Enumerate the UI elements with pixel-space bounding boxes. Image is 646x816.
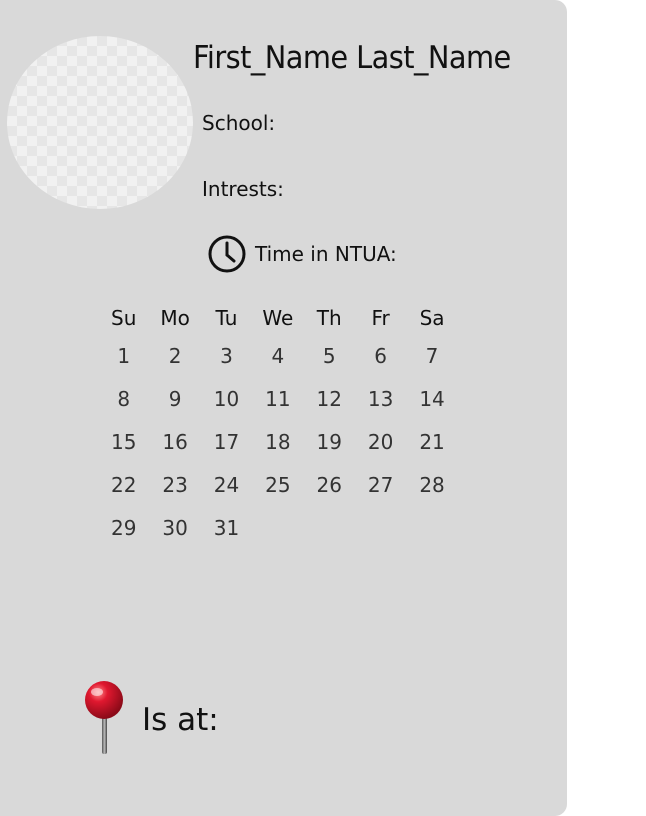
calendar-day[interactable]: 11 (252, 387, 303, 411)
calendar-day[interactable]: 1 (98, 344, 149, 368)
calendar-day[interactable]: 19 (304, 430, 355, 454)
interests-label: Intrests: (202, 177, 284, 201)
calendar-day[interactable]: 28 (406, 473, 457, 497)
calendar-day[interactable]: 3 (201, 344, 252, 368)
calendar-week: 22 23 24 25 26 27 28 (98, 463, 458, 506)
location-label: Is at: (142, 702, 219, 738)
calendar-week: 29 30 31 (98, 506, 458, 549)
calendar-day[interactable]: 27 (355, 473, 406, 497)
weekday-label: We (262, 306, 294, 330)
school-label: School: (202, 111, 276, 135)
weekday-label: Th (316, 306, 342, 330)
calendar-day[interactable]: 29 (98, 516, 149, 540)
weekday-label: Tu (215, 306, 238, 330)
calendar-day[interactable]: 2 (149, 344, 200, 368)
calendar-day[interactable]: 8 (98, 387, 149, 411)
calendar-day[interactable]: 17 (201, 430, 252, 454)
calendar-day[interactable]: 5 (304, 344, 355, 368)
calendar: Su Mo Tu We Th Fr Sa 1 2 3 4 5 6 7 8 9 1… (98, 302, 458, 549)
weekday-label: Su (111, 306, 137, 330)
calendar-day[interactable]: 14 (406, 387, 457, 411)
clock-icon (207, 234, 247, 274)
calendar-day[interactable]: 18 (252, 430, 303, 454)
calendar-day[interactable]: 6 (355, 344, 406, 368)
calendar-week: 8 9 10 11 12 13 14 (98, 377, 458, 420)
calendar-day[interactable]: 26 (304, 473, 355, 497)
time-in-ntua-label: Time in NTUA: (255, 242, 397, 266)
time-in-ntua-row: Time in NTUA: (207, 234, 397, 274)
avatar (7, 36, 193, 209)
calendar-week: 1 2 3 4 5 6 7 (98, 334, 458, 377)
calendar-day[interactable]: 23 (149, 473, 200, 497)
weekday-label: Sa (419, 306, 445, 330)
calendar-day[interactable]: 31 (201, 516, 252, 540)
profile-name: First_Name Last_Name (193, 40, 511, 76)
calendar-day[interactable]: 7 (406, 344, 457, 368)
calendar-weekday-header: Su Mo Tu We Th Fr Sa (98, 302, 458, 334)
pushpin-icon (80, 680, 128, 760)
calendar-day[interactable]: 12 (304, 387, 355, 411)
calendar-day[interactable]: 10 (201, 387, 252, 411)
calendar-day[interactable]: 24 (201, 473, 252, 497)
calendar-day[interactable]: 9 (149, 387, 200, 411)
calendar-day[interactable]: 15 (98, 430, 149, 454)
calendar-day[interactable]: 4 (252, 344, 303, 368)
weekday-label: Fr (371, 306, 390, 330)
calendar-day[interactable]: 21 (406, 430, 457, 454)
calendar-day[interactable]: 22 (98, 473, 149, 497)
profile-card: First_Name Last_Name School: Intrests: T… (0, 0, 567, 816)
weekday-label: Mo (160, 306, 190, 330)
location-row: Is at: (80, 680, 219, 760)
calendar-day[interactable]: 25 (252, 473, 303, 497)
calendar-day[interactable]: 20 (355, 430, 406, 454)
calendar-day[interactable]: 13 (355, 387, 406, 411)
calendar-week: 15 16 17 18 19 20 21 (98, 420, 458, 463)
calendar-day[interactable]: 16 (149, 430, 200, 454)
calendar-day[interactable]: 30 (149, 516, 200, 540)
